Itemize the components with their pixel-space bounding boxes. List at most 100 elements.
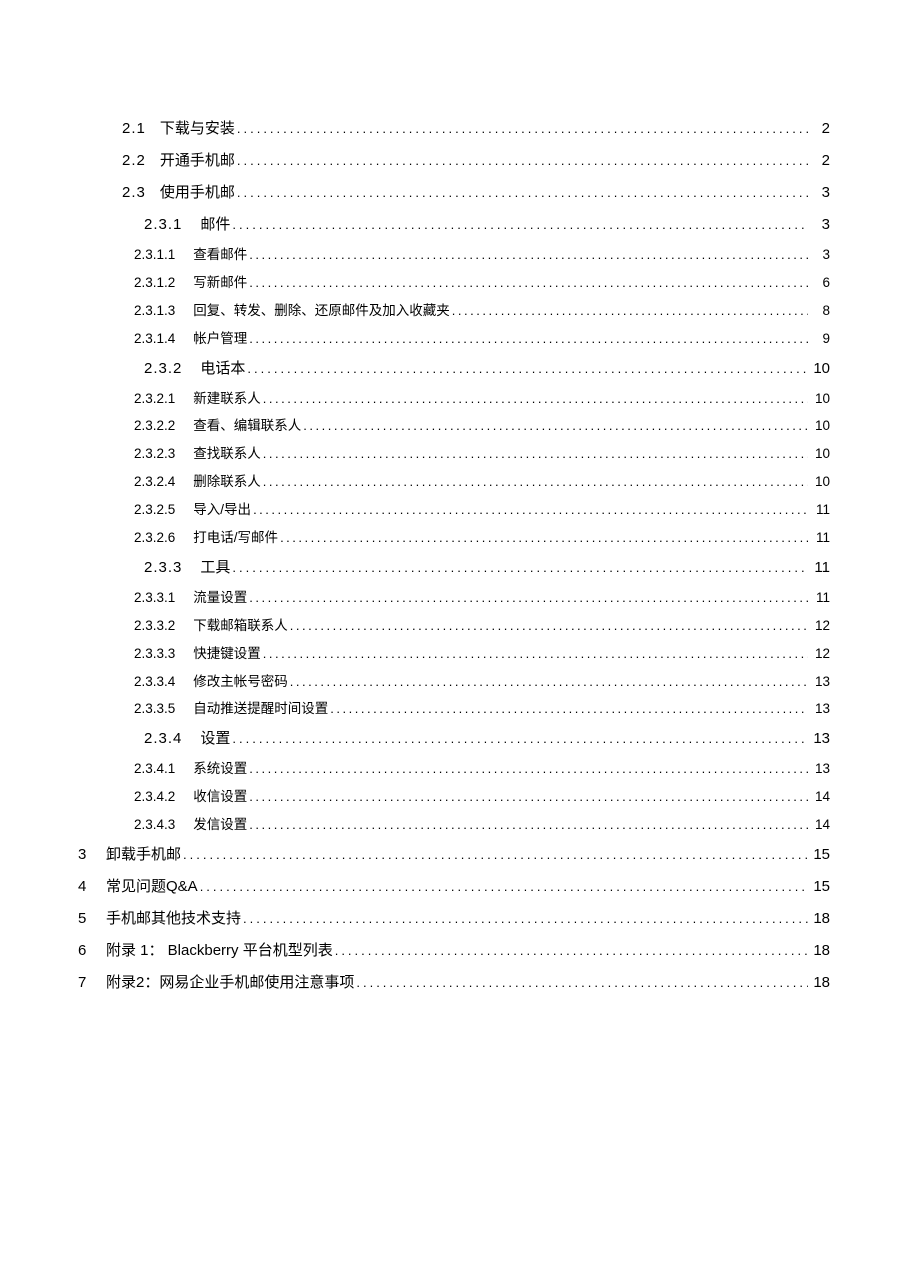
toc-page-number: 14: [810, 788, 830, 807]
toc-leader-dots: [280, 529, 808, 547]
toc-section-number: 2.3.2.3: [134, 445, 175, 464]
toc-entry[interactable]: 2.3.2.5导入/导出 11: [78, 501, 830, 520]
toc-entry[interactable]: 2.2开通手机邮2: [78, 150, 830, 171]
toc-entry[interactable]: 2.3.2.1新建联系人10: [78, 390, 830, 409]
toc-section-number: 4: [78, 876, 96, 897]
toc-entry[interactable]: 3卸载手机邮15: [78, 844, 830, 865]
toc-leader-dots: [249, 274, 808, 292]
toc-leader-dots: [249, 816, 808, 834]
toc-section-title: 常见问题Q&A: [106, 876, 198, 897]
toc-section-number: 2.3.2.4: [134, 473, 175, 492]
toc-entry[interactable]: 6附录 1： Blackberry 平台机型列表18: [78, 940, 830, 961]
toc-entry[interactable]: 2.3.4.2 收信设置 14: [78, 788, 830, 807]
toc-section-title: 手机邮其他技术支持: [106, 908, 241, 929]
toc-leader-dots: [232, 216, 808, 234]
toc-section-title: 电话本: [200, 358, 245, 379]
toc-section-title: 查看、编辑联系人: [193, 417, 301, 436]
toc-section-number: 2.3.4.2: [134, 788, 175, 807]
toc-entry[interactable]: 2.3.2 电话本 10: [78, 358, 830, 379]
toc-entry[interactable]: 2.3.2.2查看、编辑联系人10: [78, 417, 830, 436]
toc-leader-dots: [303, 417, 808, 435]
toc-leader-dots: [249, 760, 808, 778]
toc-entry[interactable]: 2.3.3.3 快捷键设置 12: [78, 645, 830, 664]
toc-page-number: 10: [810, 358, 830, 379]
toc-entry[interactable]: 2.3.4.1系统设置 13: [78, 760, 830, 779]
toc-entry[interactable]: 2.3使用手机邮 3: [78, 182, 830, 203]
toc-section-title: 打电话/写邮件: [193, 529, 278, 548]
toc-entry[interactable]: 2.3.4设置13: [78, 728, 830, 749]
toc-entry[interactable]: 2.3.1.4帐户管理 9: [78, 330, 830, 349]
toc-entry[interactable]: 2.3.1.3回复、转发、删除、还原邮件及加入收藏夹8: [78, 302, 830, 321]
toc-section-title: 系统设置: [193, 760, 247, 779]
toc-leader-dots: [356, 974, 808, 992]
toc-page-number: 10: [810, 390, 830, 409]
toc-section-number: 2.3.1.2: [134, 274, 175, 293]
toc-page-number: 15: [810, 876, 830, 897]
toc-leader-dots: [290, 673, 808, 691]
toc-entry[interactable]: 2.3.3.4修改主帐号密码13: [78, 673, 830, 692]
toc-page: 2.1下载与安装22.2开通手机邮22.3使用手机邮 32.3.1邮件32.3.…: [0, 0, 920, 1276]
toc-section-title: 回复、转发、删除、还原邮件及加入收藏夹: [193, 302, 450, 321]
toc-section-number: 7: [78, 972, 96, 993]
toc-page-number: 3: [810, 246, 830, 265]
toc-entry[interactable]: 7附录2：网易企业手机邮使用注意事项18: [78, 972, 830, 993]
toc-leader-dots: [237, 120, 808, 138]
toc-section-title: 设置: [200, 728, 230, 749]
toc-entry[interactable]: 2.3.2.4 删除联系人 10: [78, 473, 830, 492]
toc-section-number: 6: [78, 940, 96, 961]
toc-section-title: 快捷键设置: [193, 645, 261, 664]
toc-section-number: 2.3.3.1: [134, 589, 175, 608]
toc-leader-dots: [249, 330, 808, 348]
toc-section-number: 2.1: [122, 118, 146, 139]
toc-section-title: 收信设置: [193, 788, 247, 807]
toc-entry[interactable]: 2.3.1.2 写新邮件 6: [78, 274, 830, 293]
toc-section-number: 2.3.2.1: [134, 390, 175, 409]
toc-section-number: 2.3.2.5: [134, 501, 175, 520]
toc-entry[interactable]: 2.3.2.3查找联系人10: [78, 445, 830, 464]
toc-section-title: 帐户管理: [193, 330, 247, 349]
toc-entry[interactable]: 2.3.3.5自动推送提醒时间设置13: [78, 700, 830, 719]
toc-entry[interactable]: 2.3.1邮件3: [78, 214, 830, 235]
toc-section-title: 写新邮件: [193, 274, 247, 293]
toc-section-title: 使用手机邮: [160, 182, 235, 203]
toc-page-number: 13: [810, 673, 830, 692]
toc-entry[interactable]: 2.3.2.6打电话/写邮件 11: [78, 529, 830, 548]
toc-entry[interactable]: 5手机邮其他技术支持18: [78, 908, 830, 929]
toc-section-number: 2.3.2: [144, 358, 182, 379]
toc-section-title: 下载与安装: [160, 118, 235, 139]
toc-leader-dots: [243, 910, 808, 928]
toc-entry[interactable]: 2.3.3.1流量设置11: [78, 589, 830, 608]
toc-section-number: 2.3.4.3: [134, 816, 175, 835]
toc-page-number: 11: [810, 529, 830, 548]
toc-entry[interactable]: 2.3.4.3发信设置14: [78, 816, 830, 835]
toc-page-number: 12: [810, 645, 830, 664]
toc-entry[interactable]: 2.1 下载与安装 2: [78, 118, 830, 139]
toc-page-number: 3: [810, 214, 830, 235]
toc-leader-dots: [249, 589, 808, 607]
toc-section-title: 发信设置: [193, 816, 247, 835]
toc-page-number: 18: [810, 972, 830, 993]
toc-section-title: 自动推送提醒时间设置: [193, 700, 328, 719]
toc-page-number: 13: [810, 728, 830, 749]
toc-page-number: 12: [810, 617, 830, 636]
toc-entry[interactable]: 2.3.3工具11: [78, 557, 830, 578]
toc-leader-dots: [237, 152, 808, 170]
toc-entry[interactable]: 4 常见问题Q&A 15: [78, 876, 830, 897]
toc-list: 2.1下载与安装22.2开通手机邮22.3使用手机邮 32.3.1邮件32.3.…: [78, 118, 830, 993]
toc-entry[interactable]: 2.3.3.2下载邮箱联系人12: [78, 617, 830, 636]
toc-section-number: 2.3.3.3: [134, 645, 175, 664]
toc-page-number: 18: [810, 940, 830, 961]
toc-page-number: 18: [810, 908, 830, 929]
toc-section-title: 删除联系人: [193, 473, 261, 492]
toc-page-number: 2: [810, 118, 830, 139]
toc-section-number: 2.3.1.3: [134, 302, 175, 321]
toc-page-number: 10: [810, 417, 830, 436]
toc-entry[interactable]: 2.3.1.1查看邮件3: [78, 246, 830, 265]
toc-page-number: 10: [810, 445, 830, 464]
toc-leader-dots: [249, 246, 808, 264]
toc-page-number: 6: [810, 274, 830, 293]
toc-section-number: 2.3: [122, 182, 146, 203]
toc-section-title: 修改主帐号密码: [193, 673, 288, 692]
toc-page-number: 10: [810, 473, 830, 492]
toc-section-number: 2.3.4.1: [134, 760, 175, 779]
